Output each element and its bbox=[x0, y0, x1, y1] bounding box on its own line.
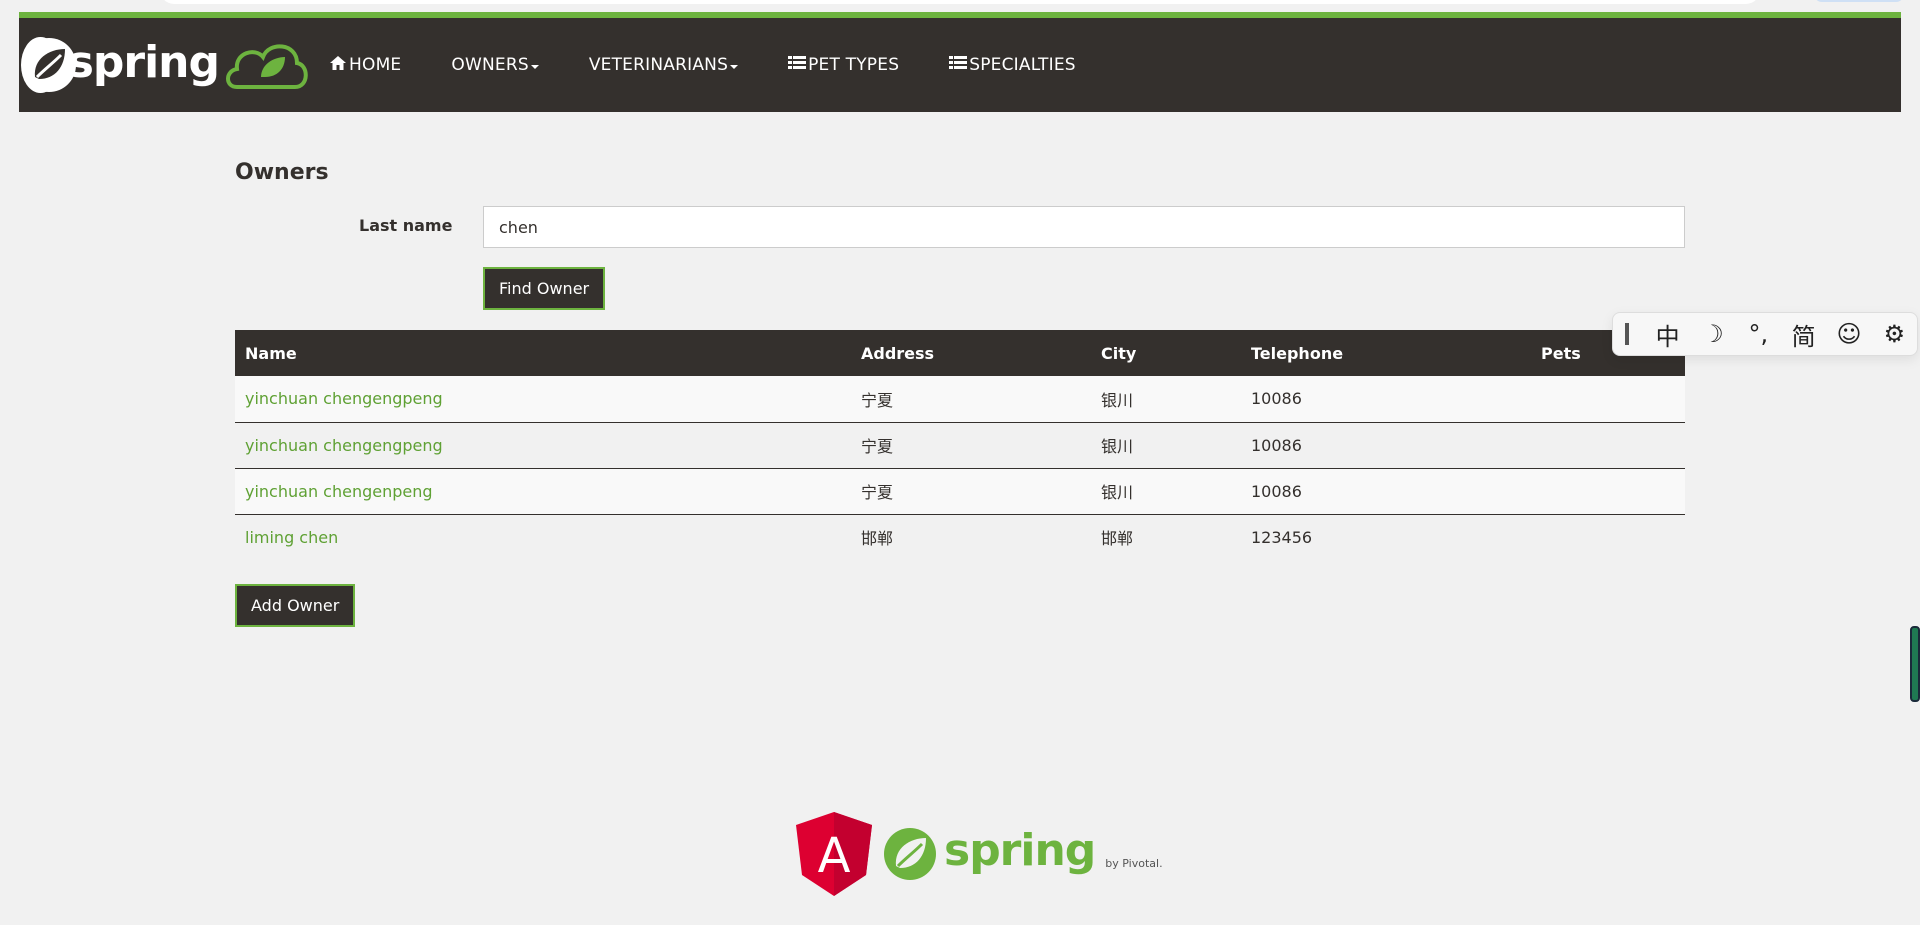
last-name-input[interactable] bbox=[483, 206, 1685, 248]
spring-leaf-icon bbox=[884, 828, 936, 880]
owner-city-cell: 邯郸 bbox=[1091, 513, 1241, 560]
list-icon bbox=[788, 55, 807, 76]
brand-logo[interactable]: spring bbox=[19, 32, 309, 98]
nav-pet-types-label: PET TYPES bbox=[808, 55, 900, 75]
owner-address-cell: 邯郸 bbox=[851, 513, 1091, 560]
caret-down-icon bbox=[730, 64, 739, 69]
angular-letter: A bbox=[818, 828, 851, 884]
owner-telephone-cell: 10086 bbox=[1241, 421, 1531, 468]
caret-down-icon bbox=[530, 64, 539, 69]
owner-name-cell: yinchuan chengengpeng bbox=[235, 421, 851, 468]
main-content: Owners Last name Find Owner Name Address… bbox=[235, 160, 1685, 627]
owners-table: Name Address City Telephone Pets yinchua… bbox=[235, 330, 1685, 560]
chinese-mode-toggle[interactable]: 中 bbox=[1645, 317, 1690, 352]
owner-city-cell: 银川 bbox=[1091, 421, 1241, 468]
nav-specialties[interactable]: SPECIALTIES bbox=[949, 55, 1076, 76]
spring-cloud-icon bbox=[223, 37, 309, 93]
nav-veterinarians-label: VETERINARIANS bbox=[588, 55, 729, 75]
owner-pets-cell bbox=[1531, 467, 1685, 514]
nav-home[interactable]: HOME bbox=[329, 55, 401, 76]
emoji-icon[interactable]: ☺ bbox=[1826, 320, 1871, 348]
drag-handle[interactable] bbox=[1625, 323, 1629, 345]
owner-pets-cell bbox=[1531, 513, 1685, 560]
angular-logo: A bbox=[796, 812, 872, 896]
table-row: yinchuan chengengpeng 宁夏 银川 10086 bbox=[235, 376, 1685, 422]
add-owner-button[interactable]: Add Owner bbox=[235, 584, 356, 627]
gear-icon[interactable]: ⚙ bbox=[1872, 320, 1917, 348]
owner-name-cell: yinchuan chengenpeng bbox=[235, 467, 851, 514]
moon-icon[interactable]: ☽ bbox=[1690, 320, 1735, 348]
table-row: liming chen 邯郸 邯郸 123456 bbox=[235, 513, 1685, 560]
owner-address-cell: 宁夏 bbox=[851, 467, 1091, 514]
owner-link[interactable]: yinchuan chengengpeng bbox=[245, 389, 443, 408]
column-header-city: City bbox=[1091, 330, 1241, 376]
owner-telephone-cell: 10086 bbox=[1241, 467, 1531, 514]
owner-pets-cell bbox=[1531, 376, 1685, 422]
owner-pets-cell bbox=[1531, 421, 1685, 468]
ime-toolbar: 中 ☽ °, 简 ☺ ⚙ bbox=[1612, 312, 1918, 356]
footer-spring-text: spring bbox=[944, 824, 1096, 876]
column-header-name: Name bbox=[235, 330, 851, 376]
home-icon bbox=[329, 55, 347, 76]
nav-veterinarians[interactable]: VETERINARIANS bbox=[588, 55, 739, 75]
column-header-telephone: Telephone bbox=[1241, 330, 1531, 376]
owner-link[interactable]: liming chen bbox=[245, 528, 338, 547]
footer-pivotal-text: by Pivotal. bbox=[1105, 856, 1163, 870]
nav-pet-types[interactable]: PET TYPES bbox=[788, 55, 899, 76]
table-row: yinchuan chengenpeng 宁夏 银川 10086 bbox=[235, 467, 1685, 514]
find-owner-button[interactable]: Find Owner bbox=[483, 267, 606, 310]
owner-link[interactable]: yinchuan chengenpeng bbox=[245, 482, 433, 501]
owner-city-cell: 银川 bbox=[1091, 376, 1241, 422]
owner-address-cell: 宁夏 bbox=[851, 376, 1091, 422]
nav-owners[interactable]: OWNERS bbox=[451, 55, 539, 75]
brand-text: spring bbox=[67, 36, 220, 88]
page-title: Owners bbox=[235, 160, 329, 185]
browser-top-strip bbox=[0, 0, 1920, 12]
owner-telephone-cell: 10086 bbox=[1241, 376, 1531, 422]
owner-link[interactable]: yinchuan chengengpeng bbox=[245, 436, 443, 455]
last-name-label: Last name bbox=[359, 216, 453, 235]
side-scroll-handle[interactable] bbox=[1910, 626, 1920, 702]
nav-home-label: HOME bbox=[349, 55, 402, 75]
spring-by-pivotal-logo: spring by Pivotal. bbox=[884, 824, 1163, 880]
owner-city-cell: 银川 bbox=[1091, 467, 1241, 514]
table-header-row: Name Address City Telephone Pets bbox=[235, 330, 1685, 376]
nav-owners-label: OWNERS bbox=[451, 55, 529, 75]
main-nav: HOME OWNERS VETERINARIANS PET TYPES SPEC… bbox=[329, 18, 1126, 112]
list-icon bbox=[949, 55, 968, 76]
address-bar-edge bbox=[160, 0, 1760, 4]
owner-telephone-cell: 123456 bbox=[1241, 513, 1531, 560]
spring-leaf-icon bbox=[21, 37, 76, 93]
browser-button-edge bbox=[1814, 0, 1904, 2]
simplified-toggle[interactable]: 简 bbox=[1781, 317, 1826, 352]
punctuation-toggle[interactable]: °, bbox=[1736, 320, 1781, 348]
footer-logos: A spring by Pivotal. bbox=[796, 812, 1163, 896]
column-header-address: Address bbox=[851, 330, 1091, 376]
table-row: yinchuan chengengpeng 宁夏 银川 10086 bbox=[235, 421, 1685, 468]
owner-name-cell: yinchuan chengengpeng bbox=[235, 376, 851, 422]
top-navbar: spring HOME OWNERS VETERINARIANS PET TYP… bbox=[19, 12, 1901, 112]
search-form: Last name bbox=[235, 206, 1685, 248]
nav-specialties-label: SPECIALTIES bbox=[969, 55, 1076, 75]
owner-name-cell: liming chen bbox=[235, 513, 851, 560]
owner-address-cell: 宁夏 bbox=[851, 421, 1091, 468]
